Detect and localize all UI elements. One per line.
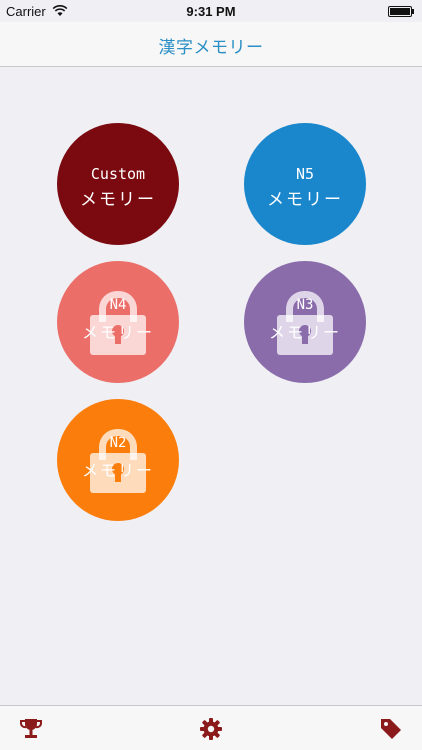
- tag-icon[interactable]: [378, 716, 404, 742]
- deck-label-level: N2: [109, 435, 127, 451]
- battery-icon: [388, 6, 414, 17]
- tab-bar: [0, 705, 422, 750]
- page-title: 漢字メモリー: [158, 38, 264, 58]
- gear-icon[interactable]: [198, 716, 224, 742]
- deck-button-n2[interactable]: N2 メモリー: [57, 399, 179, 521]
- deck-button-n5[interactable]: N5 メモリー: [244, 123, 366, 245]
- status-bar: Carrier 9:31 PM: [0, 0, 422, 22]
- deck-label-level: N5: [295, 165, 315, 183]
- clock: 9:31 PM: [186, 4, 236, 19]
- deck-label-level: Custom: [90, 165, 146, 183]
- deck-label-level: N3: [296, 297, 314, 313]
- deck-label-memory: メモリー: [267, 190, 343, 210]
- deck-label-memory: メモリー: [268, 323, 341, 342]
- deck-label-memory: メモリー: [80, 190, 156, 210]
- deck-label-level: N4: [109, 297, 127, 313]
- deck-button-custom[interactable]: Custom メモリー: [57, 123, 179, 245]
- deck-label-memory: メモリー: [81, 323, 154, 342]
- trophy-icon[interactable]: [18, 716, 44, 742]
- navigation-bar: 漢字メモリー: [0, 22, 422, 67]
- deck-button-n4[interactable]: N4 メモリー: [57, 261, 179, 383]
- deck-button-n3[interactable]: N3 メモリー: [244, 261, 366, 383]
- deck-label-memory: メモリー: [81, 461, 154, 480]
